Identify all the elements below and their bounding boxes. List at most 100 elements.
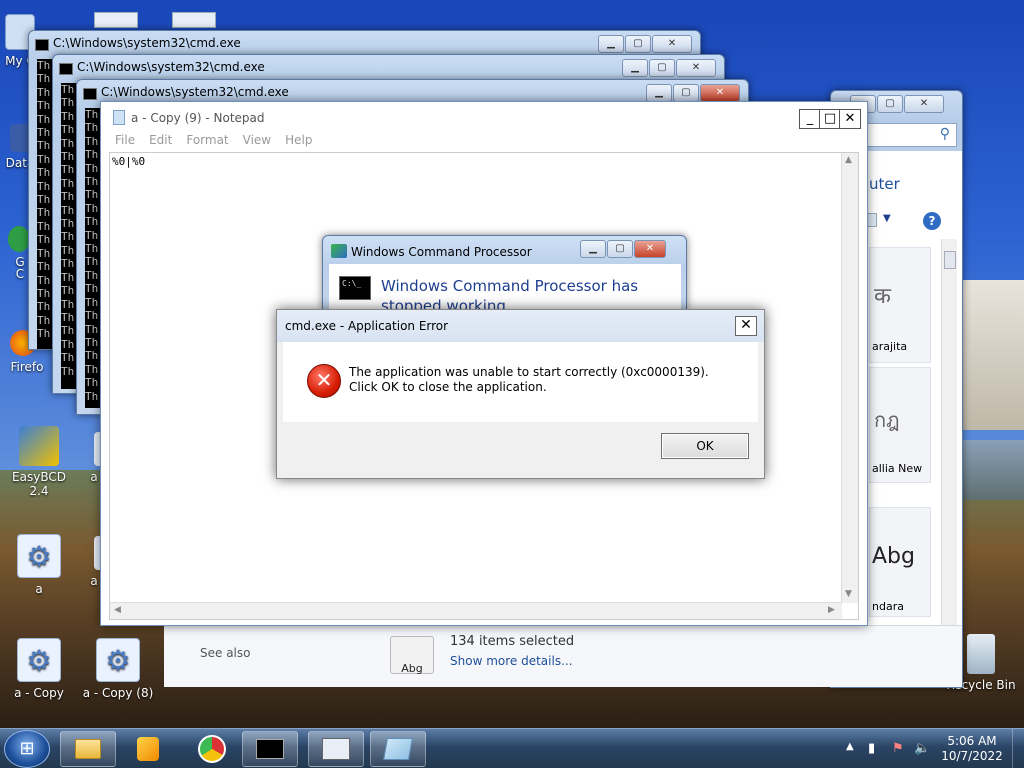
console-line: Th [61,337,75,351]
console-line: Th [85,389,99,403]
close-button[interactable]: ✕ [904,95,944,113]
console-lines: Th Th Th Th Th Th Th Th Th Th Th Th Th Th Th Th Th Th Th Th… [85,108,101,403]
minimize-button[interactable]: ▁ [646,84,672,102]
minimize-button[interactable]: _ [799,109,821,129]
start-button[interactable]: ⊞ [4,730,50,768]
console-line: Th [37,179,51,193]
scrollbar-thumb[interactable] [944,251,956,269]
scroll-left-arrow-icon[interactable]: ◀ [114,605,121,615]
console-line: Th [61,136,75,150]
console-line: Th [85,335,99,349]
minimize-button[interactable]: ▁ [598,35,624,53]
maximize-button[interactable]: ▢ [649,59,675,77]
window-title: C:\Windows\system32\cmd.exe [53,36,241,50]
volume-icon[interactable]: 🔈 [914,741,930,756]
font-tile[interactable]: Abg ndara [869,507,931,617]
clock-time: 5:06 AM [947,734,997,748]
show-more-details-link[interactable]: Show more details... [450,654,573,668]
console-line: Th [37,313,51,327]
vertical-scrollbar[interactable]: ▲ ▼ [841,153,858,603]
menu-edit[interactable]: Edit [149,130,172,152]
window-icon [322,738,350,760]
help-icon[interactable]: ? [923,212,941,230]
desktop-icon-easybcd[interactable]: EasyBCD 2.4 [2,422,76,498]
gear-icon: ⚙ [17,534,61,578]
console-line: Th [37,59,51,72]
app-error-dialog[interactable]: cmd.exe - Application Error ✕ ✕ The appl… [276,309,765,479]
search-icon: ⚲ [939,126,950,142]
close-button[interactable]: ✕ [700,84,740,102]
console-line: Th [85,309,99,323]
taskbar-notepad-2[interactable] [370,731,426,767]
maximize-button[interactable]: ▢ [673,84,699,102]
font-tile[interactable]: क arajita [869,247,931,363]
dialog-body: ✕ The application was unable to start co… [283,342,758,422]
action-center-icon[interactable]: ⚑ [892,741,904,756]
show-hidden-icons[interactable]: ▲ [846,741,854,752]
menu-view[interactable]: View [243,130,271,152]
desktop-icon-label: Firefo [10,360,44,374]
minimize-button[interactable]: ▁ [622,59,648,77]
console-line: Th [61,297,75,311]
maximize-button[interactable]: ▢ [877,95,903,113]
taskbar-media-player[interactable] [120,731,176,767]
menu-file[interactable]: File [115,130,135,152]
network-icon[interactable]: ▮ [868,741,875,756]
minimize-button[interactable]: ▁ [580,240,606,258]
console-line: Th [85,188,99,202]
desktop-icon-a-copy[interactable]: ⚙ a - Copy [3,634,75,710]
menu-help[interactable]: Help [285,130,312,152]
scroll-right-arrow-icon[interactable]: ▶ [828,605,835,615]
console-line: Th [61,176,75,190]
desktop-icon-a-copy-8[interactable]: ⚙ a - Copy (8) [80,634,156,710]
cmd-processor-dialog[interactable]: Windows Command Processor ▁ ▢ ✕ C:\_ Win… [322,235,687,315]
caption-buttons: ▁ ▢ ✕ [645,84,740,102]
cmd-icon [83,88,97,100]
console-line: Th [85,282,99,296]
desktop-icon-label: a [35,582,43,596]
close-button[interactable]: ✕ [839,109,861,129]
taskbar-chrome[interactable] [184,731,240,767]
console-line: Th [37,327,51,341]
close-button[interactable]: ✕ [676,59,716,77]
gear-icon: ⚙ [96,638,140,682]
taskbar-notepad[interactable] [308,731,364,767]
ok-button[interactable]: OK [661,433,749,459]
console-line: Th [61,83,75,96]
font-thumbnail: Abg [390,636,434,675]
desktop-icon-partial[interactable] [94,12,138,28]
close-button[interactable]: ✕ [634,240,666,258]
desktop-icon-a-script[interactable]: ⚙ a [3,530,75,606]
taskbar-cmd[interactable] [242,731,298,767]
close-button[interactable]: ✕ [652,35,692,53]
maximize-button[interactable]: ▢ [625,35,651,53]
maximize-button[interactable]: ▢ [607,240,633,258]
menu-format[interactable]: Format [186,130,228,152]
console-line: Th [85,228,99,242]
maximize-button[interactable]: □ [819,109,841,129]
console-line: Th [37,260,51,274]
horizontal-scrollbar[interactable]: ◀ ▶ [110,602,842,619]
show-desktop-button[interactable] [1012,729,1024,768]
console-line: Th [37,166,51,180]
clock[interactable]: 5:06 AM 10/7/2022 [940,734,1004,764]
desktop-icon-label: EasyBCD 2.4 [12,470,66,498]
console-line: Th [61,217,75,231]
desktop-icon-label: a - Copy (8) [82,686,154,700]
console-line: Th [61,96,75,110]
database-icon [10,124,30,152]
app-icon [331,244,347,258]
notepad-icon [383,738,413,760]
taskbar-explorer[interactable] [60,731,116,767]
desktop-icon-partial[interactable] [172,12,216,28]
scroll-down-arrow-icon[interactable]: ▼ [845,589,852,599]
close-button[interactable]: ✕ [735,316,757,336]
scroll-up-arrow-icon[interactable]: ▲ [845,155,852,165]
explorer-details-pane: See also Abg 134 items selected Show mor… [164,625,962,687]
chevron-down-icon[interactable]: ▼ [883,213,891,224]
scrollbar[interactable] [941,239,957,625]
console-line: Th [85,201,99,215]
font-tile[interactable]: กฎ allia New [869,367,931,483]
console-line: Th [85,349,99,363]
see-also-label: See also [200,646,251,660]
